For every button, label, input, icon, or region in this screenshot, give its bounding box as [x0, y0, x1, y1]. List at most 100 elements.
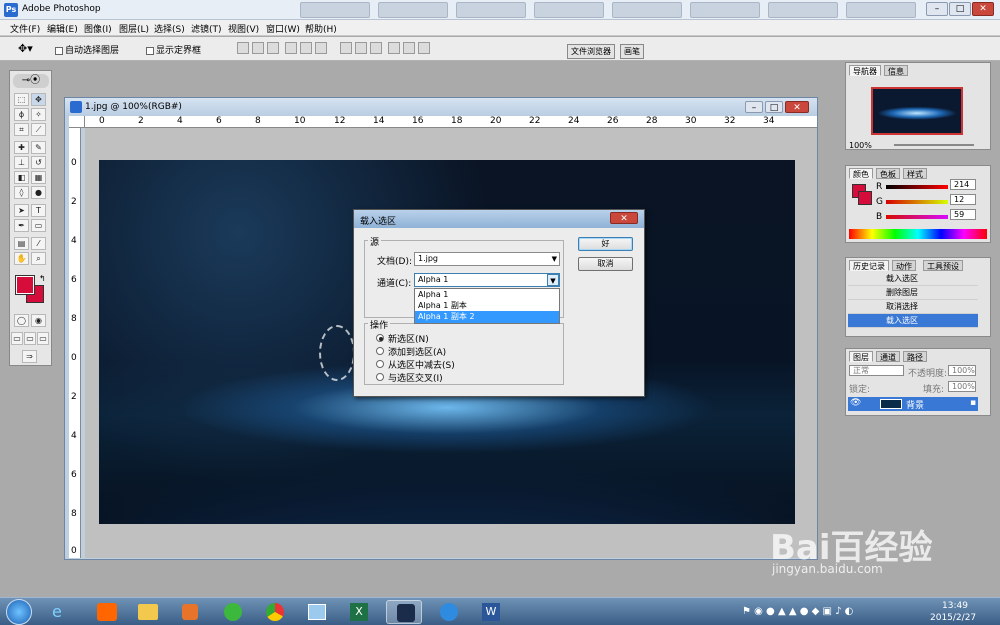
tab-layers[interactable]: 图层 — [849, 351, 873, 362]
start-button[interactable] — [6, 599, 32, 625]
tab-file-browser[interactable]: 文件浏览器 — [567, 44, 615, 59]
history-item[interactable]: 载入选区 — [848, 272, 978, 286]
tab-styles[interactable]: 样式 — [903, 168, 927, 179]
document-select[interactable]: 1.jpg ▼ — [414, 252, 560, 266]
tray-icons[interactable]: ⚑ ◉ ● ▲ ▲ ● ◆ ▣ ♪ ◐ — [742, 606, 853, 617]
show-bounds-checkbox[interactable]: 显示定界框 — [146, 43, 201, 56]
tab-channels[interactable]: 通道 — [876, 351, 900, 362]
screen-mode-1-icon[interactable]: ▭ — [11, 332, 23, 345]
tab-brushes[interactable]: 画笔 — [620, 44, 644, 59]
distribute-bottom-icon[interactable] — [370, 42, 382, 54]
media-player-icon[interactable] — [172, 600, 208, 624]
distribute-middle-icon[interactable] — [355, 42, 367, 54]
menu-view[interactable]: 视图(V) — [228, 22, 259, 35]
shape-tool-icon[interactable]: ▭ — [31, 219, 46, 232]
menu-filter[interactable]: 滤镜(T) — [191, 22, 222, 35]
browser-tab[interactable] — [534, 2, 604, 18]
align-center-icon[interactable] — [300, 42, 312, 54]
radio-button[interactable] — [376, 334, 384, 342]
jump-to-imageready-icon[interactable]: ⇒ — [22, 350, 37, 363]
eraser-tool-icon[interactable]: ◧ — [14, 171, 29, 184]
zoom-slider[interactable] — [894, 144, 974, 146]
g-slider[interactable] — [886, 200, 948, 204]
marquee-tool-icon[interactable]: ⬚ — [14, 93, 29, 106]
maximize-button[interactable]: □ — [949, 2, 971, 16]
slice-tool-icon[interactable]: ⟋ — [31, 123, 46, 136]
distribute-top-icon[interactable] — [340, 42, 352, 54]
close-button[interactable]: ✕ — [972, 2, 994, 16]
auto-select-checkbox[interactable]: 自动选择图层 — [55, 43, 119, 56]
history-item[interactable]: 删除图层 — [848, 286, 978, 300]
tab-navigator[interactable]: 导航器 — [849, 65, 881, 76]
tab-tool-presets[interactable]: 工具预设 — [923, 260, 963, 271]
align-left-icon[interactable] — [285, 42, 297, 54]
lasso-tool-icon[interactable]: ϕ — [14, 108, 29, 121]
clone-stamp-icon[interactable]: ⊥ — [14, 156, 29, 169]
align-bottom-icon[interactable] — [267, 42, 279, 54]
hand-tool-icon[interactable]: ✋ — [14, 252, 29, 265]
doc-minimize-button[interactable]: – — [745, 101, 763, 113]
browser-tab[interactable] — [768, 2, 838, 18]
navigator-thumbnail[interactable] — [871, 87, 963, 135]
pen-tool-icon[interactable]: ✒ — [14, 219, 29, 232]
b-slider[interactable] — [886, 215, 948, 219]
tab-history[interactable]: 历史记录 — [849, 260, 889, 271]
swap-colors-icon[interactable]: ↰ — [39, 274, 46, 283]
align-middle-icon[interactable] — [252, 42, 264, 54]
doc-maximize-button[interactable]: □ — [765, 101, 783, 113]
dialog-close-button[interactable]: ✕ — [610, 212, 638, 224]
magic-wand-icon[interactable]: ✧ — [31, 108, 46, 121]
browser-tab[interactable] — [612, 2, 682, 18]
move-tool-icon[interactable]: ✥ — [31, 93, 46, 106]
green-app-icon[interactable] — [214, 600, 250, 624]
ok-button[interactable]: 好 — [578, 237, 633, 251]
align-right-icon[interactable] — [315, 42, 327, 54]
b-value[interactable]: 59 — [950, 209, 976, 220]
blue-app-icon[interactable] — [430, 600, 466, 624]
browser-tab[interactable] — [300, 2, 370, 18]
excel-icon[interactable]: X — [340, 600, 376, 624]
dodge-tool-icon[interactable]: ● — [31, 186, 46, 199]
gradient-tool-icon[interactable]: ▦ — [31, 171, 46, 184]
menu-window[interactable]: 窗口(W) — [266, 22, 300, 35]
healing-brush-icon[interactable]: ✚ — [14, 141, 29, 154]
eyedropper-icon[interactable]: ⁄ — [31, 237, 46, 250]
standard-mode-icon[interactable]: ◯ — [14, 314, 29, 327]
op-new-selection[interactable]: 新选区(N) — [376, 332, 556, 345]
notes-tool-icon[interactable]: ▤ — [14, 237, 29, 250]
align-top-icon[interactable] — [237, 42, 249, 54]
taobao-icon[interactable] — [89, 600, 125, 624]
opacity-field[interactable]: 100% — [948, 365, 976, 376]
ruler-corner[interactable] — [69, 116, 85, 128]
radio-button[interactable] — [376, 360, 384, 368]
op-add-selection[interactable]: 添加到选区(A) — [376, 345, 556, 358]
distribute-right-icon[interactable] — [418, 42, 430, 54]
history-brush-icon[interactable]: ↺ — [31, 156, 46, 169]
word-icon[interactable]: W — [472, 600, 508, 624]
tab-info[interactable]: 信息 — [884, 65, 908, 76]
radio-button[interactable] — [376, 347, 384, 355]
blur-tool-icon[interactable]: ◊ — [14, 186, 29, 199]
tab-color[interactable]: 颜色 — [849, 168, 873, 179]
channel-option-highlighted[interactable]: Alpha 1 副本 2 — [415, 311, 559, 323]
window-app-icon[interactable] — [298, 600, 334, 624]
bg-color-swatch[interactable] — [858, 191, 872, 205]
channel-option[interactable]: Alpha 1 副本 — [415, 300, 559, 311]
r-slider[interactable] — [886, 185, 948, 189]
cancel-button[interactable]: 取消 — [578, 257, 633, 271]
fill-field[interactable]: 100% — [948, 381, 976, 392]
crop-tool-icon[interactable]: ⌗ — [14, 123, 29, 136]
browser-tab[interactable] — [846, 2, 916, 18]
move-tool-icon[interactable]: ✥▾ — [18, 42, 33, 55]
zoom-tool-icon[interactable]: ⌕ — [31, 252, 46, 265]
doc-close-button[interactable]: ✕ — [785, 101, 809, 113]
quickmask-mode-icon[interactable]: ◉ — [31, 314, 46, 327]
r-value[interactable]: 214 — [950, 179, 976, 190]
history-item[interactable]: 取消选择 — [848, 300, 978, 314]
photoshop-taskbar-icon[interactable] — [386, 600, 422, 624]
tab-paths[interactable]: 路径 — [903, 351, 927, 362]
browser-tab[interactable] — [456, 2, 526, 18]
radio-button[interactable] — [376, 373, 384, 381]
op-intersect-selection[interactable]: 与选区交叉(I) — [376, 371, 556, 384]
menu-image[interactable]: 图像(I) — [84, 22, 112, 35]
